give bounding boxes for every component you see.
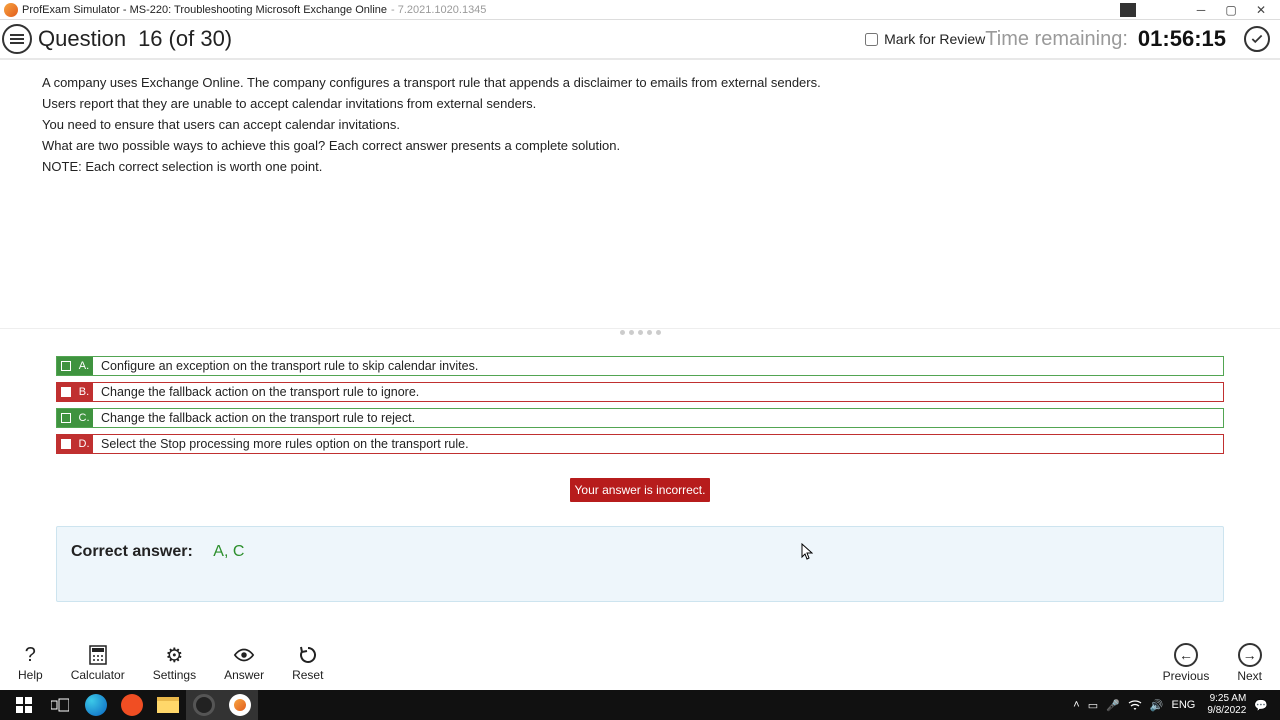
question-list-button[interactable] [2, 24, 32, 54]
feedback-message: Your answer is incorrect. [570, 478, 710, 502]
tray-battery-icon[interactable]: ▭ [1088, 699, 1098, 712]
option-b[interactable]: B. Change the fallback action on the tra… [56, 382, 1224, 402]
help-button[interactable]: ? Help [18, 644, 43, 682]
windows-taskbar: ˄ ▭ 🎤 🔊 ENG 9:25 AM 9/8/2022 💬 [0, 690, 1280, 720]
reset-label: Reset [292, 668, 323, 682]
reset-button[interactable]: Reset [292, 644, 323, 682]
arrow-left-icon: ← [1174, 643, 1198, 667]
question-line: Users report that they are unable to acc… [42, 95, 1238, 113]
settings-label: Settings [153, 668, 196, 682]
option-a[interactable]: A. Configure an exception on the transpo… [56, 356, 1224, 376]
pane-divider[interactable] [0, 328, 1280, 336]
task-view-button[interactable] [42, 690, 78, 720]
option-d-text: Select the Stop processing more rules op… [93, 435, 1223, 453]
mark-for-review[interactable]: Mark for Review [865, 31, 985, 47]
option-b-text: Change the fallback action on the transp… [93, 383, 1223, 401]
next-button[interactable]: → Next [1237, 643, 1262, 683]
tray-notifications-icon[interactable]: 💬 [1254, 699, 1268, 712]
answer-label: Answer [224, 668, 264, 682]
question-header: Question 16 (of 30) Mark for Review Time… [0, 20, 1280, 60]
mark-for-review-checkbox[interactable] [865, 33, 878, 46]
settings-button[interactable]: ⚙ Settings [153, 644, 196, 682]
calculator-button[interactable]: Calculator [71, 644, 125, 682]
time-remaining-value: 01:56:15 [1138, 26, 1226, 52]
checkmark-icon [1250, 32, 1264, 46]
start-button[interactable] [6, 690, 42, 720]
option-d-letter: D. [75, 435, 93, 453]
question-text: A company uses Exchange Online. The comp… [0, 60, 1280, 176]
gear-icon: ⚙ [163, 644, 185, 666]
question-number: 16 [138, 26, 162, 52]
option-d[interactable]: D. Select the Stop processing more rules… [56, 434, 1224, 454]
taskbar-explorer[interactable] [150, 690, 186, 720]
help-label: Help [18, 668, 43, 682]
arrow-right-icon: → [1238, 643, 1262, 667]
eye-icon [233, 644, 255, 666]
option-c[interactable]: C. Change the fallback action on the tra… [56, 408, 1224, 428]
option-a-checkbox[interactable] [61, 361, 71, 371]
tray-chevron-icon[interactable]: ˄ [1073, 699, 1079, 711]
option-a-text: Configure an exception on the transport … [93, 357, 1223, 375]
mark-for-review-label: Mark for Review [884, 31, 985, 47]
answer-button[interactable]: Answer [224, 644, 264, 682]
tray-volume-icon[interactable]: 🔊 [1150, 699, 1164, 712]
option-a-letter: A. [75, 357, 93, 375]
tray-date: 9/8/2022 [1207, 705, 1246, 717]
calculator-icon [87, 644, 109, 666]
question-line: You need to ensure that users can accept… [42, 116, 1238, 134]
window-titlebar: ProfExam Simulator - MS-220: Troubleshoo… [0, 0, 1280, 20]
help-icon: ? [19, 644, 41, 666]
app-logo-icon [4, 3, 18, 17]
option-b-letter: B. [75, 383, 93, 401]
calculator-label: Calculator [71, 668, 125, 682]
finish-exam-button[interactable] [1244, 26, 1270, 52]
system-tray: ˄ ▭ 🎤 🔊 ENG 9:25 AM 9/8/2022 💬 [1073, 693, 1274, 717]
correct-answer-panel: Correct answer: A, C [56, 526, 1224, 602]
option-c-checkbox[interactable] [61, 413, 71, 423]
taskbar-profexam[interactable] [222, 690, 258, 720]
taskbar-obs[interactable] [186, 690, 222, 720]
next-label: Next [1237, 669, 1262, 683]
app-version: - 7.2021.1020.1345 [391, 4, 486, 16]
taskbar-edge[interactable] [78, 690, 114, 720]
maximize-button[interactable]: ▢ [1216, 0, 1246, 20]
tray-mic-icon[interactable]: 🎤 [1106, 699, 1120, 712]
question-line: NOTE: Each correct selection is worth on… [42, 158, 1238, 176]
option-b-checkbox[interactable] [61, 387, 71, 397]
question-label: Question [38, 26, 126, 52]
app-title: ProfExam Simulator - MS-220: Troubleshoo… [22, 4, 387, 16]
question-line: A company uses Exchange Online. The comp… [42, 74, 1238, 92]
correct-answer-value: A, C [213, 543, 244, 560]
bottom-toolbar: ? Help Calculator ⚙ Settings Answer Rese… [0, 636, 1280, 690]
option-d-checkbox[interactable] [61, 439, 71, 449]
minimize-button[interactable]: ─ [1186, 0, 1216, 20]
time-remaining-label: Time remaining: [985, 28, 1128, 51]
previous-button[interactable]: ← Previous [1163, 643, 1210, 683]
close-button[interactable]: ✕ [1246, 0, 1276, 20]
tray-clock[interactable]: 9:25 AM 9/8/2022 [1207, 693, 1246, 717]
tray-language[interactable]: ENG [1172, 699, 1196, 711]
tray-time: 9:25 AM [1210, 693, 1247, 705]
notification-icon[interactable] [1120, 3, 1136, 17]
taskbar-brave[interactable] [114, 690, 150, 720]
correct-answer-label: Correct answer: [71, 543, 193, 560]
question-total: (of 30) [169, 26, 233, 52]
option-c-text: Change the fallback action on the transp… [93, 409, 1223, 427]
answer-options: A. Configure an exception on the transpo… [0, 336, 1280, 502]
reset-icon [297, 644, 319, 666]
option-c-letter: C. [75, 409, 93, 427]
question-line: What are two possible ways to achieve th… [42, 137, 1238, 155]
previous-label: Previous [1163, 669, 1210, 683]
tray-wifi-icon[interactable] [1128, 699, 1142, 711]
